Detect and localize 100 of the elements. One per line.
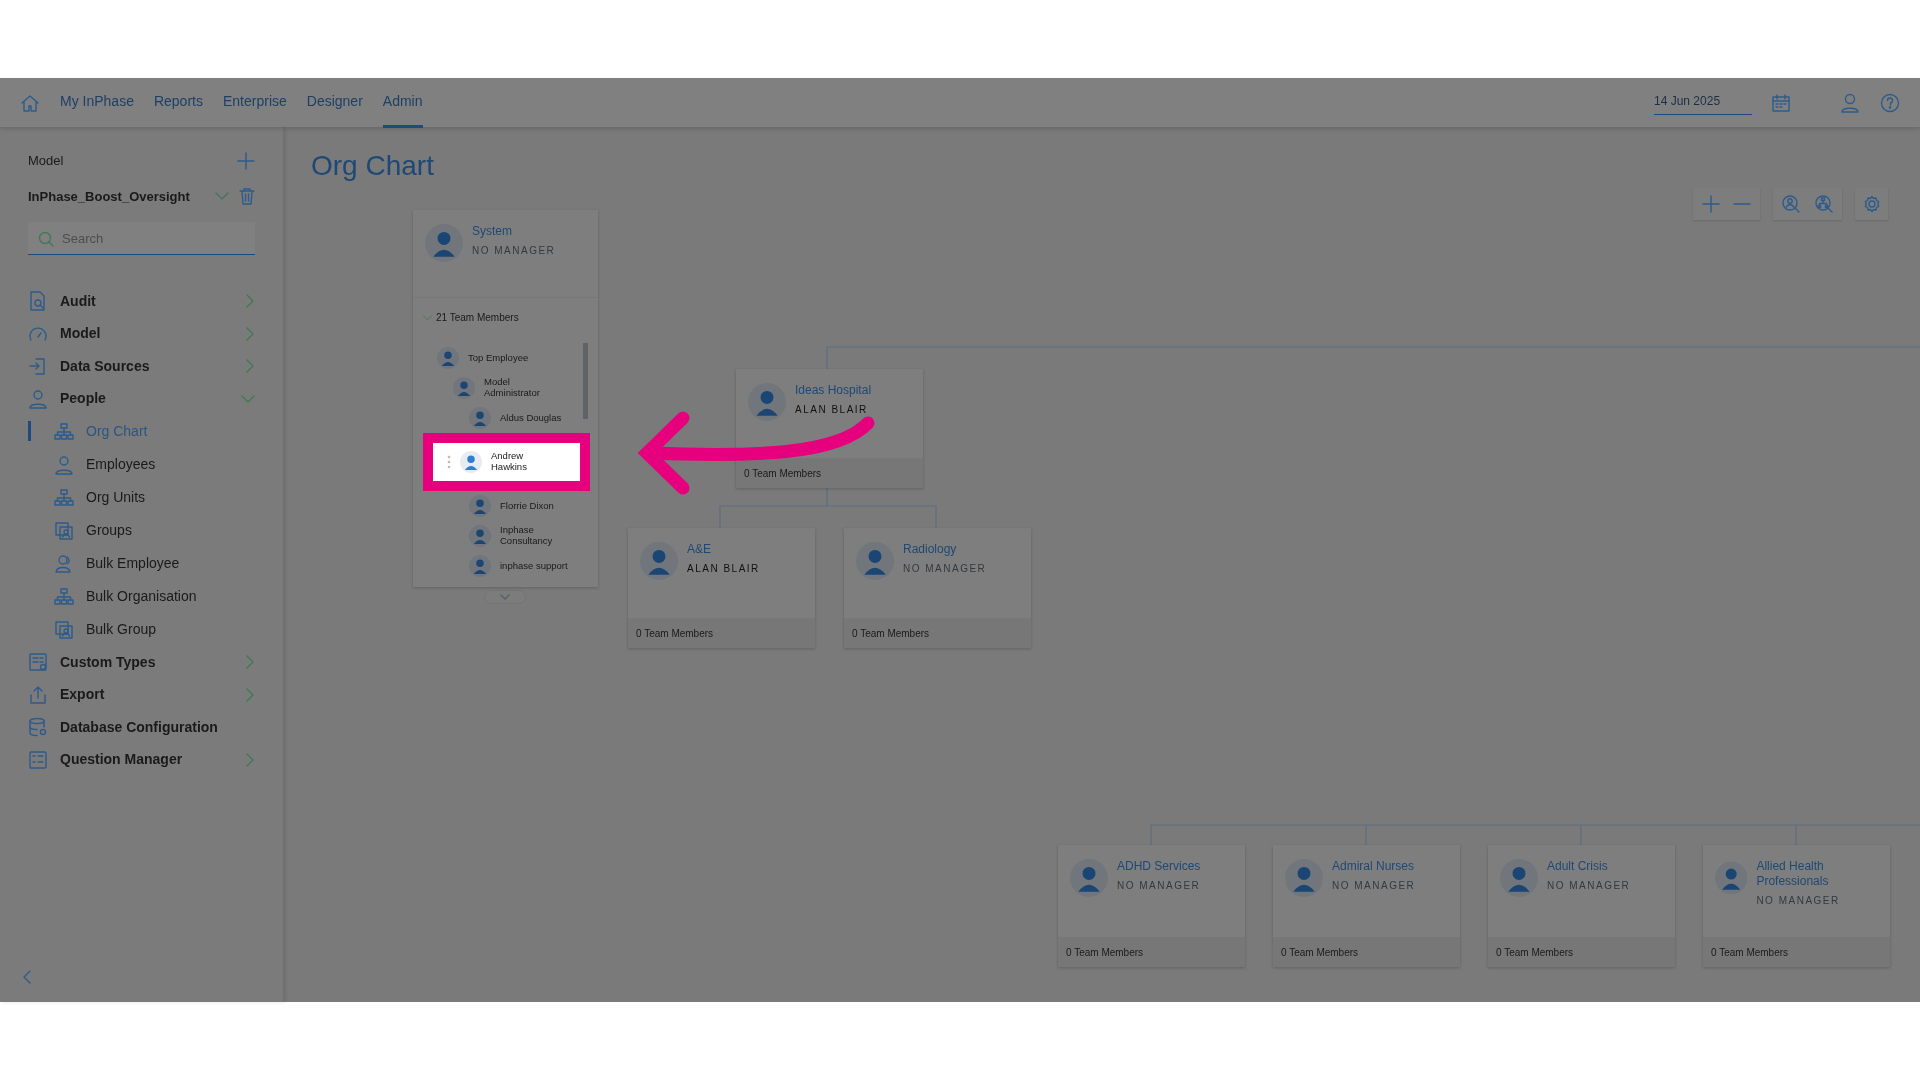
sidebar-subitem[interactable]: Employees xyxy=(28,448,255,481)
avatar-icon xyxy=(469,525,491,547)
avatar-icon xyxy=(748,383,786,421)
chevron-right-icon[interactable] xyxy=(245,294,255,309)
person-icon xyxy=(28,388,48,409)
find-unit-icon[interactable] xyxy=(1814,195,1833,213)
id-cards-icon xyxy=(54,619,74,640)
nav-tab[interactable]: Reports xyxy=(153,77,203,128)
find-person-icon[interactable] xyxy=(1782,195,1801,213)
nav-tab[interactable]: Admin xyxy=(382,77,423,128)
model-label: Model xyxy=(28,152,64,170)
chevron-left-icon xyxy=(22,970,32,984)
sidebar-subitem[interactable]: Bulk Organisation xyxy=(28,580,255,613)
highlighted-member-row[interactable]: Andrew Hawkins xyxy=(423,433,590,491)
sidebar-item[interactable]: Database Configuration xyxy=(28,711,255,744)
nav-tab[interactable]: Enterprise xyxy=(222,77,287,128)
chevron-down-icon xyxy=(500,594,510,600)
calendar-icon[interactable] xyxy=(1772,93,1790,112)
team-members-count: 0 Team Members xyxy=(736,458,923,488)
unit-name: Radiology xyxy=(903,542,958,557)
drag-handle-icon xyxy=(447,455,451,469)
chevron-right-icon[interactable] xyxy=(245,752,255,767)
sidebar-item[interactable]: Audit xyxy=(28,285,255,318)
form-icon xyxy=(28,749,48,770)
model-dropdown[interactable]: InPhase_Boost_Oversight xyxy=(28,186,215,206)
sidebar-item[interactable]: Custom Types xyxy=(28,646,255,679)
settings-icon[interactable] xyxy=(1862,195,1881,213)
sidebar-item[interactable]: Export xyxy=(28,678,255,711)
date-field[interactable]: 14 Jun 2025 xyxy=(1654,90,1752,115)
avatar-icon xyxy=(640,542,678,580)
collapse-button[interactable] xyxy=(22,970,32,984)
sidebar-subitem[interactable]: Bulk Employee xyxy=(28,547,255,580)
team-members-count: 0 Team Members xyxy=(628,618,815,648)
chevron-right-icon[interactable] xyxy=(245,359,255,374)
team-members-count: 0 Team Members xyxy=(1273,937,1460,967)
id-cards-icon xyxy=(54,520,74,541)
manager-name: NO MANAGER xyxy=(1117,879,1201,893)
unit-name: Admiral Nurses xyxy=(1332,859,1416,874)
manager-name: ALAN BLAIR xyxy=(687,562,760,576)
manager-name: ALAN BLAIR xyxy=(795,403,869,417)
member-row[interactable]: Aldus Douglas xyxy=(437,403,584,433)
manager-name: NO MANAGER xyxy=(1332,879,1416,893)
member-row[interactable]: Florrie Dixon xyxy=(437,491,584,521)
unit-name: Adult Crisis xyxy=(1547,859,1609,874)
sidebar-item[interactable]: Question Manager xyxy=(28,743,255,776)
team-members-count: 0 Team Members xyxy=(844,618,1031,648)
unit-name: A&E xyxy=(687,542,712,557)
avatar-icon xyxy=(453,377,475,399)
team-members-count: 0 Team Members xyxy=(1703,937,1890,967)
nav-tab[interactable]: Designer xyxy=(306,77,363,128)
people-icon xyxy=(54,553,74,574)
help-icon[interactable] xyxy=(1880,92,1900,113)
sidebar-item[interactable]: Model xyxy=(28,317,255,350)
person-icon xyxy=(54,454,74,475)
team-members-count: 0 Team Members xyxy=(1058,937,1245,967)
manager-name: NO MANAGER xyxy=(903,562,987,576)
unit-name: Allied Health Professionals xyxy=(1756,859,1830,889)
unit-name: Ideas Hospital xyxy=(795,383,872,398)
manager-name: NO MANAGER xyxy=(472,244,556,258)
hierarchy-icon xyxy=(54,487,74,508)
sidebar-item[interactable]: Data Sources xyxy=(28,350,255,383)
avatar-icon xyxy=(1285,859,1323,897)
chevron-right-icon[interactable] xyxy=(245,687,255,702)
chevron-right-icon[interactable] xyxy=(245,655,255,670)
sidebar-subitem[interactable]: Org Units xyxy=(28,481,255,514)
chevron-down-icon[interactable] xyxy=(423,312,432,323)
user-icon[interactable] xyxy=(1840,92,1860,113)
unit-name: ADHD Services xyxy=(1117,859,1201,874)
page-title: Org Chart xyxy=(311,149,434,183)
avatar-icon xyxy=(437,347,459,369)
add-icon[interactable] xyxy=(237,151,255,170)
avatar-icon xyxy=(1070,859,1108,897)
chevron-right-icon[interactable] xyxy=(245,326,255,341)
zoom-in-icon[interactable] xyxy=(1701,195,1720,213)
team-members-count: 0 Team Members xyxy=(1488,937,1675,967)
unit-name: System xyxy=(472,224,513,239)
member-row[interactable]: Model Administrator xyxy=(437,373,584,403)
member-row[interactable]: Top Employee xyxy=(437,343,584,373)
members-toggle[interactable]: 21 Team Members xyxy=(413,298,598,337)
sidebar-subitem[interactable]: Groups xyxy=(28,514,255,547)
member-row[interactable]: inphase support xyxy=(437,551,584,581)
avatar-icon xyxy=(460,451,482,473)
avatar-icon xyxy=(469,555,491,577)
document-search-icon xyxy=(28,291,48,312)
sign-in-icon xyxy=(28,356,48,377)
hierarchy-icon xyxy=(54,586,74,607)
database-icon xyxy=(28,717,48,738)
chevron-down-icon[interactable] xyxy=(241,393,255,404)
sidebar-item[interactable]: People xyxy=(28,382,255,415)
chevron-down-icon[interactable] xyxy=(215,191,229,202)
trash-icon[interactable] xyxy=(239,187,255,206)
nav-tab[interactable]: My InPhase xyxy=(60,77,134,128)
member-row[interactable]: Inphase Consultancy xyxy=(437,521,584,551)
manager-name: NO MANAGER xyxy=(1547,879,1631,893)
scroll-down-button[interactable] xyxy=(484,590,526,604)
avatar-icon xyxy=(856,542,894,580)
sidebar-subitem[interactable]: Bulk Group xyxy=(28,613,255,646)
avatar-icon xyxy=(425,224,463,262)
home-icon[interactable] xyxy=(20,92,40,113)
avatar-icon xyxy=(1715,859,1748,897)
